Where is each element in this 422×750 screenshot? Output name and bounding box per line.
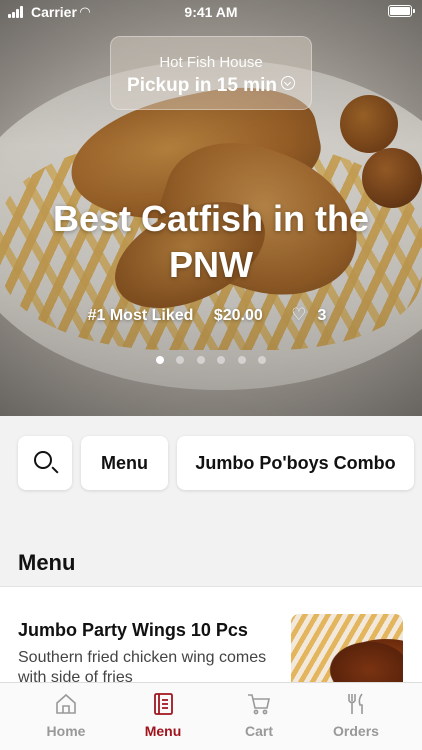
hero-title: Best Catfish in the PNW [52,198,370,285]
home-icon [56,693,76,714]
heart-icon: ♡ [291,305,307,324]
cart-icon [248,694,270,715]
tab-label: Orders [333,723,379,739]
pickup-eta-text: Pickup in 15 min [127,75,277,96]
chip-jumbo-poboys-combo[interactable]: Jumbo Po'boys Combo [177,436,414,490]
menu-item-name: Jumbo Party Wings 10 Pcs [18,620,248,640]
likes-count: 3 [317,307,327,324]
menu-item-card[interactable]: Jumbo Party Wings 10 Pcs Southern fried … [0,586,422,694]
tab-home[interactable]: Home [18,691,114,739]
chip-menu[interactable]: Menu [81,436,168,490]
status-bar: Carrier ◠ 9:41 AM [0,0,422,24]
carousel-dot[interactable] [155,356,164,364]
tab-label: Home [46,723,86,739]
carousel-dot[interactable] [237,356,246,364]
store-name: Hot Fish House [159,54,263,71]
carousel-dot[interactable] [258,356,267,364]
category-chips: Menu Jumbo Po'boys Combo [0,416,422,546]
chevron-down-icon [280,76,295,90]
carousel-dot[interactable] [196,356,205,364]
tab-bar: Home Menu Cart Orders [0,682,422,750]
search-icon [34,451,52,469]
hero-badge: #1 Most Liked [87,307,194,324]
tab-label: Cart [244,723,273,739]
section-title: Menu [18,550,76,575]
menu-book-icon [154,693,173,715]
battery-icon [388,5,415,17]
search-button[interactable] [18,436,72,490]
hero-meta: #1 Most Liked $20.00 ♡ 3 [0,305,422,325]
carousel-dot[interactable] [176,356,185,364]
pickup-eta: Pickup in 15 min [111,75,311,97]
status-time: 9:41 AM [184,4,238,20]
carousel-dots[interactable] [0,351,422,369]
carousel-dot[interactable] [217,356,226,364]
tab-cart[interactable]: Cart [211,691,307,739]
hero-likes[interactable]: ♡ 3 [283,305,334,324]
hero-price: $20.00 [213,307,263,324]
fork-knife-icon [348,693,363,714]
tab-menu[interactable]: Menu [115,691,211,739]
pickup-selector[interactable]: Hot Fish House Pickup in 15 min [110,36,312,110]
tab-label: Menu [144,723,182,739]
tab-orders[interactable]: Orders [308,691,404,739]
